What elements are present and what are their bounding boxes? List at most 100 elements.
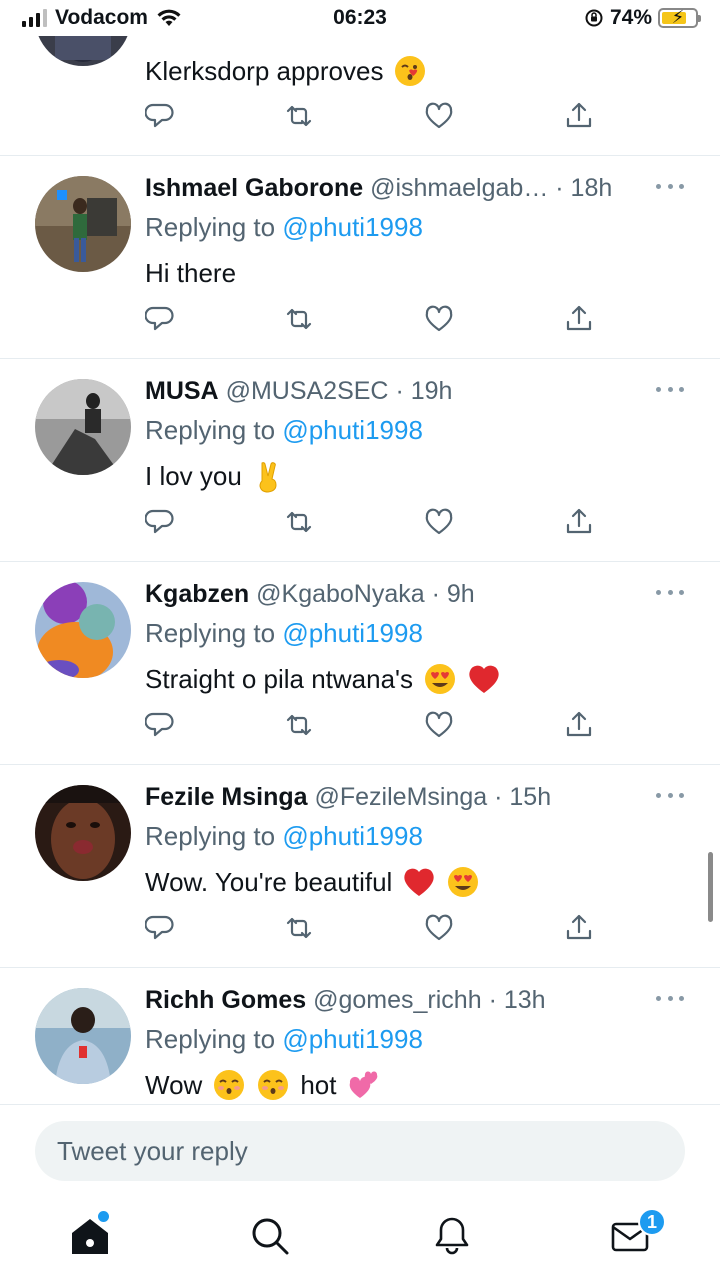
more-options-icon[interactable]: [656, 996, 684, 1004]
replying-prefix: Replying to: [145, 821, 276, 851]
replying-prefix: Replying to: [145, 1024, 276, 1054]
tweet-header: MUSA @MUSA2SEC · 19h: [145, 376, 452, 406]
battery-percent: 74%: [609, 6, 652, 29]
display-name[interactable]: Ishmael Gaborone: [145, 174, 363, 202]
heart-icon[interactable]: [424, 101, 454, 131]
tweet-text: Straight o pila ntwana's: [145, 662, 501, 696]
heart-icon[interactable]: [424, 913, 454, 943]
share-icon[interactable]: [564, 304, 594, 334]
share-icon[interactable]: [564, 710, 594, 740]
reply-icon[interactable]: [145, 710, 175, 740]
user-handle[interactable]: @KgaboNyaka: [256, 580, 425, 608]
red-heart-emoji: [404, 868, 435, 896]
tab-bar: [0, 1200, 720, 1280]
share-icon[interactable]: [564, 913, 594, 943]
heart-icon[interactable]: [424, 304, 454, 334]
more-options-icon[interactable]: [656, 590, 684, 598]
reply-icon[interactable]: [145, 913, 175, 943]
status-bar-right: 74% ⚡: [584, 6, 701, 30]
tweet-text-content: I lov you: [145, 461, 242, 491]
tweet-reply-input[interactable]: Tweet your reply: [35, 1121, 685, 1181]
tweet-actions: [0, 507, 720, 541]
tweet-reply[interactable]: MUSA @MUSA2SEC · 19h Replying to @phuti1…: [0, 359, 720, 562]
reply-icon[interactable]: [145, 101, 175, 131]
replying-to-link[interactable]: @phuti1998: [282, 1024, 423, 1054]
tweet-text-content: hot: [300, 1070, 337, 1100]
replying-to: Replying to @phuti1998: [145, 1023, 423, 1055]
user-handle[interactable]: @MUSA2SEC: [226, 377, 389, 405]
replying-prefix: Replying to: [145, 415, 276, 445]
tweet-text-content: Straight o pila ntwana's: [145, 664, 414, 694]
more-options-icon[interactable]: [656, 793, 684, 801]
avatar[interactable]: [35, 176, 131, 272]
replying-to-link[interactable]: @phuti1998: [282, 415, 423, 445]
tweet-text: Hi there: [145, 256, 236, 290]
tweet-header: Ishmael Gaborone @ishmaelgab… · 18h: [145, 173, 612, 203]
retweet-icon[interactable]: [284, 710, 314, 740]
replying-to: Replying to @phuti1998: [145, 820, 423, 852]
tweet-text: Wow hot: [145, 1068, 380, 1102]
bell-icon[interactable]: [430, 1214, 474, 1258]
avatar[interactable]: [35, 785, 131, 881]
tweet-reply[interactable]: Richh Gomes @gomes_richh · 13h Replying …: [0, 968, 720, 1108]
search-icon[interactable]: [248, 1214, 292, 1258]
reply-icon[interactable]: [145, 507, 175, 537]
retweet-icon[interactable]: [284, 304, 314, 334]
scroll-indicator[interactable]: [708, 852, 713, 922]
home-notification-dot: [98, 1211, 109, 1222]
tweet-reply[interactable]: Ishmael Gaborone @ishmaelgab… · 18h Repl…: [0, 156, 720, 359]
retweet-icon[interactable]: [284, 101, 314, 131]
status-bar: Vodacom 06:23 74% ⚡: [0, 0, 720, 36]
user-handle[interactable]: @FezileMsinga: [315, 783, 488, 811]
tweet-text: I lov you: [145, 459, 286, 493]
tweet-actions: [0, 710, 720, 744]
more-options-icon[interactable]: [656, 184, 684, 192]
heart-icon[interactable]: [424, 710, 454, 740]
replying-to: Replying to @phuti1998: [145, 211, 423, 243]
tweet-time: · 19h: [395, 377, 453, 405]
battery-icon: ⚡: [658, 7, 701, 28]
replying-to-link[interactable]: @phuti1998: [282, 618, 423, 648]
tweet-text-content: Klerksdorp approves: [145, 56, 384, 86]
more-options-icon[interactable]: [656, 387, 684, 395]
messages-badge: 1: [638, 1208, 666, 1236]
user-handle[interactable]: @gomes_richh: [313, 986, 482, 1014]
display-name[interactable]: Richh Gomes: [145, 986, 306, 1014]
tweet-text-content: Wow. You're beautiful: [145, 867, 393, 897]
replying-to-link[interactable]: @phuti1998: [282, 212, 423, 242]
tweet-time: · 13h: [488, 986, 546, 1014]
replying-prefix: Replying to: [145, 618, 276, 648]
user-handle[interactable]: @ishmaelgab…: [370, 174, 548, 202]
display-name[interactable]: Kgabzen: [145, 580, 249, 608]
tweet-time: · 9h: [431, 580, 475, 608]
heart-icon[interactable]: [424, 507, 454, 537]
display-name[interactable]: MUSA: [145, 377, 219, 405]
tweet-time: · 15h: [494, 783, 552, 811]
share-icon[interactable]: [564, 101, 594, 131]
retweet-icon[interactable]: [284, 507, 314, 537]
display-name[interactable]: Fezile Msinga: [145, 783, 308, 811]
tweet-text-content: Wow: [145, 1070, 203, 1100]
victory-hand-emoji: [259, 462, 277, 493]
avatar[interactable]: [35, 379, 131, 475]
tweet-header: Fezile Msinga @FezileMsinga · 15h: [145, 782, 551, 812]
avatar[interactable]: [35, 988, 131, 1084]
replying-prefix: Replying to: [145, 212, 276, 242]
retweet-icon[interactable]: [284, 913, 314, 943]
replying-to-link[interactable]: @phuti1998: [282, 821, 423, 851]
replying-to: Replying to @phuti1998: [145, 414, 423, 446]
kissing-smiling-eyes-emoji: [214, 1070, 245, 1100]
tweet-reply[interactable]: Kgabzen @KgaboNyaka · 9h Replying to @ph…: [0, 562, 720, 765]
reply-placeholder: Tweet your reply: [57, 1135, 248, 1166]
tweet-actions: [0, 101, 720, 135]
tweet-time: · 18h: [555, 174, 613, 202]
tweet-text: Klerksdorp approves: [145, 54, 427, 88]
tweet-actions: [0, 304, 720, 338]
share-icon[interactable]: [564, 507, 594, 537]
reply-icon[interactable]: [145, 304, 175, 334]
orientation-lock-icon: [585, 9, 603, 27]
tweet-reply[interactable]: Fezile Msinga @FezileMsinga · 15h Replyi…: [0, 765, 720, 968]
avatar[interactable]: [35, 582, 131, 678]
kissing-smiling-eyes-emoji: [258, 1070, 289, 1100]
tweet-text: Wow. You're beautiful: [145, 865, 480, 899]
